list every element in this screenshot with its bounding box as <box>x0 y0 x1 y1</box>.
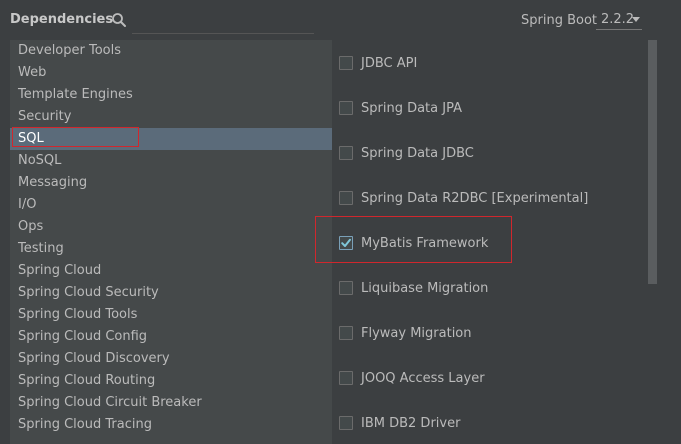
category-item[interactable]: SQL <box>10 128 332 150</box>
scrollbar-thumb[interactable] <box>648 40 657 284</box>
dependency-list[interactable]: JDBC API Spring Data JPA Spring Data JDBC S… <box>333 40 648 444</box>
dependency-checkbox[interactable] <box>339 326 353 340</box>
category-item[interactable]: Spring Cloud <box>10 260 332 282</box>
dependency-item[interactable]: Liquibase Migration <box>333 267 648 312</box>
dependency-checkbox[interactable] <box>339 371 353 385</box>
spring-boot-version-select[interactable]: 2.2.2 <box>596 11 642 30</box>
dependency-checkbox[interactable] <box>339 416 353 430</box>
dependency-scrollbar[interactable] <box>648 40 657 444</box>
category-item[interactable]: Spring Cloud Security <box>10 282 332 304</box>
dependency-item[interactable]: Spring Data JPA <box>333 87 648 132</box>
category-item[interactable]: Spring Cloud Discovery <box>10 348 332 370</box>
dependency-checkbox[interactable] <box>339 281 353 295</box>
dependency-label: Spring Data JPA <box>361 101 462 116</box>
category-item[interactable]: Template Engines <box>10 84 332 106</box>
dependency-label: Liquibase Migration <box>361 281 489 296</box>
category-item[interactable]: Spring Cloud Tracing <box>10 414 332 436</box>
search-input[interactable] <box>132 10 314 34</box>
dependency-checkbox[interactable] <box>339 56 353 70</box>
dependency-item[interactable]: Flyway Migration <box>333 312 648 357</box>
category-item[interactable]: Spring Cloud Routing <box>10 370 332 392</box>
category-item[interactable]: NoSQL <box>10 150 332 172</box>
category-item[interactable]: I/O <box>10 194 332 216</box>
dependency-label: JOOQ Access Layer <box>361 371 485 386</box>
dependency-label: Spring Data JDBC <box>361 146 474 161</box>
dependency-item[interactable]: Spring Data R2DBC [Experimental] <box>333 177 648 222</box>
category-list[interactable]: Developer Tools Web Template Engines Securi… <box>10 40 332 444</box>
search-icon[interactable] <box>110 11 128 29</box>
dependency-label: Flyway Migration <box>361 326 472 341</box>
dependency-label: IBM DB2 Driver <box>361 416 461 431</box>
category-item[interactable]: Testing <box>10 238 332 260</box>
category-item[interactable]: Web <box>10 62 332 84</box>
dependency-checkbox[interactable] <box>339 191 353 205</box>
category-item[interactable]: Spring Cloud Tools <box>10 304 332 326</box>
category-item[interactable]: Security <box>10 106 332 128</box>
category-item[interactable]: Ops <box>10 216 332 238</box>
dependency-checkbox[interactable] <box>339 146 353 160</box>
category-item[interactable]: Messaging <box>10 172 332 194</box>
dependency-item[interactable]: MyBatis Framework <box>333 222 648 267</box>
checkmark-icon <box>341 238 351 247</box>
spring-boot-label: Spring Boot <box>521 13 598 28</box>
dependency-item[interactable]: JOOQ Access Layer <box>333 357 648 402</box>
category-item[interactable]: Spring Cloud Config <box>10 326 332 348</box>
category-item[interactable]: Developer Tools <box>10 40 332 62</box>
dependencies-title: Dependencies <box>10 12 114 27</box>
dependency-item[interactable]: Spring Data JDBC <box>333 132 648 177</box>
dependency-item[interactable]: JDBC API <box>333 42 648 87</box>
spring-boot-version-value: 2.2.2 <box>601 12 635 27</box>
new-project-dependencies-dialog: Dependencies Spring Boot 2.2.2 Developer… <box>0 0 681 444</box>
chevron-down-icon <box>632 17 640 22</box>
dependency-checkbox[interactable] <box>339 236 353 250</box>
dependency-item[interactable]: IBM DB2 Driver <box>333 402 648 444</box>
dependency-checkbox[interactable] <box>339 101 353 115</box>
dependency-label: JDBC API <box>361 56 418 71</box>
category-item[interactable]: Spring Cloud Circuit Breaker <box>10 392 332 414</box>
dependency-label: MyBatis Framework <box>361 236 489 251</box>
dependencies-header: Dependencies Spring Boot 2.2.2 <box>0 0 681 40</box>
dependency-label: Spring Data R2DBC [Experimental] <box>361 191 589 206</box>
